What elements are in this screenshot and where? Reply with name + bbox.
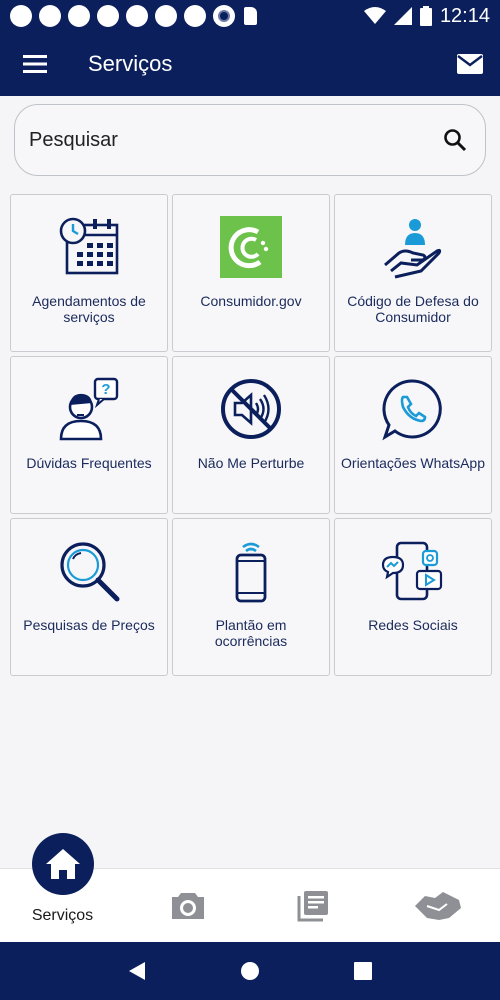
phone-signal-icon (235, 542, 267, 603)
tile-label: Dúvidas Frequentes (26, 455, 152, 471)
tile-label: Redes Sociais (368, 617, 458, 633)
system-nav-bar (0, 942, 500, 1000)
notification-dot-icon (97, 5, 119, 27)
status-bar: 12:14 (0, 0, 500, 32)
page-title: Serviços (88, 51, 173, 76)
tile-label: Consumidor.gov (200, 293, 302, 309)
app-bar: Serviços (0, 32, 500, 96)
notification-dot-icon (39, 5, 61, 27)
svg-text:?: ? (101, 381, 110, 398)
notification-dot-icon (155, 5, 177, 27)
tile-label: Código de Defesa do Consumidor (347, 293, 479, 325)
bottom-nav: Serviços (0, 833, 500, 942)
search-input[interactable] (29, 128, 439, 152)
nav-camera[interactable] (125, 869, 250, 942)
hand-person-icon (384, 219, 442, 279)
handshake-icon (414, 891, 461, 920)
mute-speaker-icon (221, 379, 281, 439)
tile-label: Orientações WhatsApp (341, 455, 485, 471)
search-bar (14, 104, 486, 176)
calendar-clock-icon (59, 217, 119, 275)
battery-icon (419, 6, 432, 26)
status-time: 12:14 (439, 4, 490, 27)
notification-dot-icon (126, 5, 148, 27)
mail-icon (457, 54, 483, 74)
circle-home-icon (240, 962, 259, 980)
tile-label: Agendamentos de serviços (32, 293, 146, 325)
back-button[interactable] (117, 951, 157, 991)
search-icon (444, 129, 467, 152)
tile-codigo-defesa[interactable]: Código de Defesa do Consumidor (334, 194, 492, 352)
tile-consumidor-gov[interactable]: Consumidor.gov (172, 194, 330, 352)
magnifier-icon (60, 542, 120, 602)
tile-plantao[interactable]: Plantão em ocorrências (172, 518, 330, 676)
tile-redes-sociais[interactable]: Redes Sociais (334, 518, 492, 676)
wifi-icon (363, 7, 386, 24)
recents-button[interactable] (343, 951, 383, 991)
nav-home-button[interactable] (31, 833, 94, 895)
tile-agendamentos[interactable]: Agendamentos de serviços (10, 194, 168, 352)
sd-card-icon (244, 7, 257, 25)
notification-dot-icon (68, 5, 90, 27)
signal-icon (393, 7, 412, 25)
services-grid: Agendamentos de serviços Consumidor.gov … (10, 194, 492, 676)
record-icon (213, 5, 235, 27)
square-recents-icon (354, 962, 373, 980)
home-system-button[interactable] (230, 951, 270, 991)
consumidor-gov-logo (220, 216, 282, 278)
question-person-icon: ? (59, 377, 119, 441)
home-icon (45, 849, 80, 879)
notification-icons (10, 5, 257, 27)
tile-label: Plantão em ocorrências (214, 617, 288, 649)
tile-duvidas[interactable]: ? Dúvidas Frequentes (10, 356, 168, 514)
whatsapp-icon (382, 379, 442, 441)
tile-label: Não Me Perturbe (197, 455, 305, 471)
mail-button[interactable] (440, 32, 500, 96)
camera-icon (171, 892, 204, 919)
nav-label: Serviços (31, 907, 94, 924)
notification-dot-icon (184, 5, 206, 27)
tile-label: Pesquisas de Preços (23, 617, 155, 633)
menu-button[interactable] (0, 32, 70, 96)
library-icon (297, 890, 328, 921)
back-icon (128, 962, 145, 980)
nav-servicos[interactable]: Serviços (0, 833, 125, 942)
nav-handshake[interactable] (375, 869, 500, 942)
search-button[interactable] (439, 124, 471, 156)
tile-nao-perturbe[interactable]: Não Me Perturbe (172, 356, 330, 514)
social-media-icon (381, 541, 443, 601)
tile-whatsapp[interactable]: Orientações WhatsApp (334, 356, 492, 514)
menu-icon (23, 55, 47, 73)
notification-dot-icon (10, 5, 32, 27)
tile-pesquisas-precos[interactable]: Pesquisas de Preços (10, 518, 168, 676)
nav-library[interactable] (250, 869, 375, 942)
